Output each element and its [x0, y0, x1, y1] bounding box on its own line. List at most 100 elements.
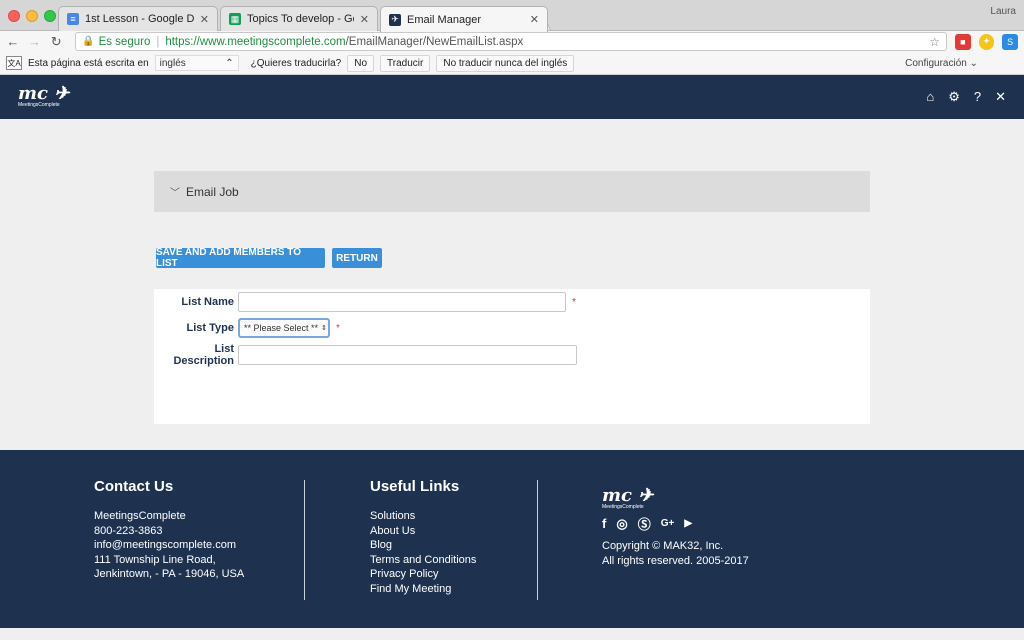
footer-logo[interactable]: mc ✈ MeetingsComplete — [602, 485, 749, 511]
contact-email[interactable]: info@meetingscomplete.com — [94, 538, 244, 553]
email-list-form: List Name * List Type ** Please Select *… — [154, 289, 870, 424]
browser-tab-docs[interactable]: ≡ 1st Lesson - Google Docs ✕ — [58, 6, 218, 31]
chevron-updown-icon: ⇕ — [321, 325, 327, 332]
footer-links: Useful Links Solutions About Us Blog Ter… — [370, 478, 476, 596]
home-icon[interactable]: ⌂ — [926, 89, 934, 105]
url-separator: | — [156, 35, 160, 48]
browser-tab-email-manager[interactable]: ✈ Email Manager ✕ — [380, 6, 548, 32]
return-button[interactable]: RETURN — [332, 248, 382, 268]
url-path: /EmailManager/NewEmailList.aspx — [345, 35, 524, 48]
forward-icon[interactable]: → — [28, 34, 42, 49]
tab-title: Email Manager — [407, 13, 481, 26]
facebook-icon[interactable]: f — [602, 516, 606, 531]
language-select[interactable]: inglés ⌃ — [154, 55, 239, 71]
social-links: f ◎ Ⓢ G+ ▶ — [602, 514, 749, 533]
profile-name[interactable]: Laura — [990, 6, 1016, 17]
back-icon[interactable]: ← — [6, 34, 20, 49]
address-bar[interactable]: 🔒 Es seguro | https://www.meetingscomple… — [75, 32, 947, 51]
required-mark: * — [572, 296, 576, 308]
tab-title: 1st Lesson - Google Docs — [85, 13, 194, 25]
close-icon[interactable]: ✕ — [200, 13, 209, 26]
reload-icon[interactable]: ↻ — [49, 34, 63, 50]
list-name-input[interactable] — [238, 292, 566, 312]
browser-toolbar: ← → ↻ 🔒 Es seguro | https://www.meetings… — [0, 31, 1024, 52]
zoom-window-button[interactable] — [44, 10, 56, 22]
bookmark-star-icon[interactable]: ☆ — [929, 35, 940, 49]
extension-sun-icon[interactable]: ✦ — [978, 33, 995, 50]
gear-icon[interactable]: ⚙ — [948, 89, 960, 105]
chevron-down-icon: ﹀ — [170, 188, 180, 199]
never-translate-button[interactable]: No traducir nunca del inglés — [436, 54, 575, 72]
translate-no-button[interactable]: No — [347, 54, 375, 72]
url-host: https://www.meetingscomplete.com — [165, 35, 346, 48]
list-name-row: List Name * — [154, 292, 576, 312]
lock-icon: 🔒 — [82, 36, 95, 47]
minimize-window-button[interactable] — [26, 10, 38, 22]
footer-divider — [304, 480, 305, 600]
translate-icon: 文A — [6, 56, 22, 70]
instagram-icon[interactable]: ◎ — [616, 516, 627, 532]
extension-red-icon[interactable]: ■ — [954, 33, 971, 50]
save-and-add-members-button[interactable]: SAVE AND ADD MEMBERS TO LIST — [156, 247, 325, 269]
link-terms[interactable]: Terms and Conditions — [370, 553, 476, 568]
google-plus-icon[interactable]: G+ — [661, 518, 675, 529]
link-privacy[interactable]: Privacy Policy — [370, 567, 476, 582]
footer-brand: mc ✈ MeetingsComplete f ◎ Ⓢ G+ ▶ Copyrig… — [602, 485, 749, 568]
footer-divider — [537, 480, 538, 600]
links-heading: Useful Links — [370, 478, 460, 495]
logo-mark: mc — [602, 485, 633, 506]
email-job-accordion[interactable]: ﹀ Email Job — [154, 171, 870, 212]
language-value: inglés — [159, 57, 186, 69]
app-logo[interactable]: mc ✈ MeetingsComplete — [18, 83, 70, 109]
logo-subtitle: MeetingsComplete — [18, 102, 60, 108]
list-description-row: List Description — [154, 343, 577, 367]
docs-icon: ≡ — [67, 13, 79, 25]
list-type-label: List Type — [186, 322, 234, 334]
close-icon[interactable]: ✕ — [995, 89, 1006, 105]
close-window-button[interactable] — [8, 10, 20, 22]
translate-button[interactable]: Traducir — [380, 54, 431, 72]
main-content: ﹀ Email Job SAVE AND ADD MEMBERS TO LIST… — [0, 119, 1024, 444]
footer-contact: Contact Us MeetingsComplete 800-223-3863… — [94, 478, 244, 582]
contact-heading: Contact Us — [94, 478, 174, 495]
list-description-textarea[interactable] — [238, 345, 577, 365]
sheets-icon: ▦ — [229, 13, 241, 25]
accordion-title: Email Job — [186, 184, 239, 199]
translate-question: ¿Quieres traducirla? — [250, 57, 342, 69]
link-solutions[interactable]: Solutions — [370, 509, 476, 524]
tab-title: Topics To develop - Google Sh — [247, 13, 354, 25]
rights-text: All rights reserved. 2005-2017 — [602, 554, 749, 567]
link-find-meeting[interactable]: Find My Meeting — [370, 582, 476, 597]
app-header: mc ✈ MeetingsComplete ⌂ ⚙ ? ✕ — [0, 75, 1024, 119]
close-icon[interactable]: ✕ — [360, 13, 369, 26]
translate-config-menu[interactable]: Configuración ⌄ — [905, 58, 978, 69]
translate-prefix: Esta página está escrita en — [28, 57, 149, 69]
window-controls — [8, 10, 56, 22]
help-icon[interactable]: ? — [974, 89, 981, 105]
browser-tab-sheets[interactable]: ▦ Topics To develop - Google Sh ✕ — [220, 6, 378, 31]
secure-label: Es seguro — [98, 35, 151, 48]
header-actions: ⌂ ⚙ ? ✕ — [926, 89, 1006, 105]
skype-extension-icon[interactable]: S — [1002, 33, 1018, 50]
list-type-select[interactable]: ** Please Select ** ⇕ — [238, 318, 330, 338]
page-bottom — [0, 628, 1024, 640]
plane-icon: ✈ — [48, 83, 70, 104]
list-name-label: List Name — [181, 296, 234, 308]
logo-subtitle: MeetingsComplete — [602, 504, 644, 510]
plane-icon: ✈ — [632, 485, 654, 506]
contact-company: MeetingsComplete — [94, 510, 186, 522]
translate-bar: 文A Esta página está escrita en inglés ⌃ … — [0, 52, 1024, 75]
contact-address-1: 111 Township Line Road, — [94, 553, 216, 566]
contact-phone[interactable]: 800-223-3863 — [94, 524, 244, 539]
close-icon[interactable]: ✕ — [530, 13, 539, 26]
copyright-text: Copyright © MAK32, Inc. — [602, 540, 724, 552]
skype-icon[interactable]: Ⓢ — [638, 514, 651, 533]
logo-mark: mc ✈ — [18, 83, 70, 104]
mc-icon: ✈ — [389, 13, 401, 26]
link-blog[interactable]: Blog — [370, 538, 476, 553]
site-footer: Contact Us MeetingsComplete 800-223-3863… — [0, 450, 1024, 628]
link-about-us[interactable]: About Us — [370, 524, 476, 539]
youtube-icon[interactable]: ▶ — [684, 518, 692, 529]
chevron-updown-icon: ⌃ — [225, 57, 234, 69]
browser-tabstrip: ≡ 1st Lesson - Google Docs ✕ ▦ Topics To… — [0, 0, 1024, 32]
